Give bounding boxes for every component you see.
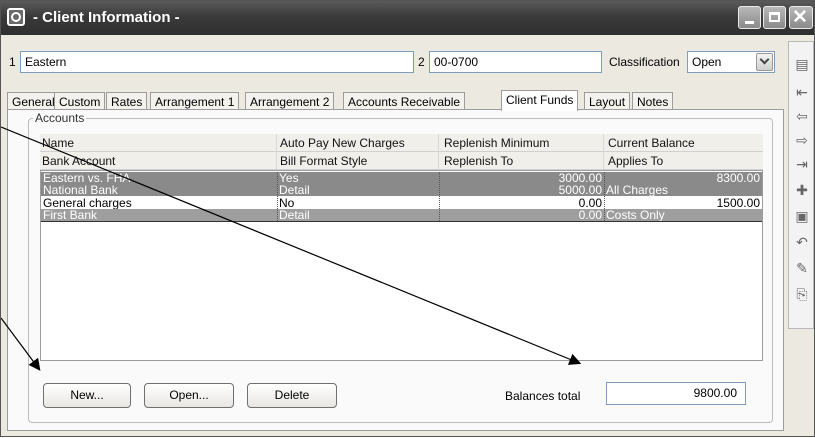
bank-account-value: National Bank xyxy=(43,183,118,197)
tab-arrangement-1[interactable]: Arrangement 1 xyxy=(150,92,240,110)
client-name-field[interactable]: Eastern xyxy=(20,51,414,73)
balances-total-field: 9800.00 xyxy=(606,382,746,405)
column-header[interactable]: Bank Account xyxy=(42,154,115,168)
main-pane: 1 Eastern 2 00-0700 Classification Open … xyxy=(7,41,784,431)
close-icon: ✕ xyxy=(792,7,808,28)
accounts-list[interactable]: Eastern vs. FHA Yes 3000.00 8300.00 Nati… xyxy=(40,170,763,361)
bank-account-value: First Bank xyxy=(43,208,98,222)
applies-to-value: Costs Only xyxy=(606,208,665,222)
client-funds-panel: Accounts Name Auto Pay New Charges Reple… xyxy=(7,109,784,431)
matter-number-field[interactable]: 00-0700 xyxy=(429,51,602,73)
applies-to-value: All Charges xyxy=(606,183,669,197)
next-record-icon[interactable]: ⇨ xyxy=(792,130,812,150)
close-button[interactable]: ✕ xyxy=(789,6,813,29)
accounts-group-label: Accounts xyxy=(33,111,87,125)
column-header[interactable]: Replenish To xyxy=(444,154,513,168)
header-row-1: Name Auto Pay New Charges Replenish Mini… xyxy=(40,134,763,152)
new-account-button[interactable]: New... xyxy=(43,383,131,408)
classification-value: Open xyxy=(692,55,722,69)
column-header[interactable]: Replenish Minimum xyxy=(444,136,549,150)
tab-general[interactable]: General xyxy=(7,92,60,110)
tab-arrangement-2[interactable]: Arrangement 2 xyxy=(245,92,335,110)
chevron-down-icon xyxy=(759,54,770,65)
maximize-icon xyxy=(769,12,780,22)
dropdown-button[interactable] xyxy=(756,53,773,71)
replenish-to-value: 0.00 xyxy=(578,208,602,222)
minimize-icon xyxy=(745,21,754,24)
tab-rates[interactable]: Rates xyxy=(106,92,148,110)
tab-layout[interactable]: Layout xyxy=(584,92,631,110)
classification-label: Classification xyxy=(609,55,680,69)
accounts-group: Accounts Name Auto Pay New Charges Reple… xyxy=(28,111,773,423)
edit-document-icon[interactable]: ✎ xyxy=(792,258,812,278)
tab-strip: General Custom Rates Arrangement 1 Arran… xyxy=(7,90,784,111)
column-header[interactable]: Name xyxy=(42,136,74,150)
record-toolbar: ▤ ⇤ ⇦ ⇨ ⇥ ✚ ▣ ↶ ✎ ⎘ xyxy=(788,41,814,329)
accounts-table-header: Name Auto Pay New Charges Replenish Mini… xyxy=(40,134,763,170)
tab-accounts-receivable[interactable]: Accounts Receivable xyxy=(343,92,466,110)
bill-format-value: Detail xyxy=(279,183,310,197)
title-bar[interactable]: - Client Information - ✕ xyxy=(1,1,814,35)
maximize-button[interactable] xyxy=(763,6,786,29)
add-icon[interactable]: ✚ xyxy=(792,180,812,200)
save-icon[interactable]: ▣ xyxy=(792,206,812,226)
previous-record-icon[interactable]: ⇦ xyxy=(792,106,812,126)
list-item-detail[interactable]: First Bank Detail 0.00 Costs Only xyxy=(41,209,762,221)
bill-format-value: Detail xyxy=(279,208,310,222)
replenish-to-value: 5000.00 xyxy=(558,183,602,197)
client-information-window: - Client Information - ✕ 1 Eastern 2 00-… xyxy=(0,0,815,437)
first-record-icon[interactable]: ⇤ xyxy=(792,82,812,102)
column-header[interactable]: Current Balance xyxy=(608,136,695,150)
tab-notes[interactable]: Notes xyxy=(632,92,674,110)
open-account-button[interactable]: Open... xyxy=(144,383,234,408)
tab-custom[interactable]: Custom xyxy=(54,92,106,110)
list-item[interactable]: Eastern vs. FHA Yes 3000.00 8300.00 Nati… xyxy=(41,172,762,196)
header-row-2: Bank Account Bill Format Style Replenish… xyxy=(40,152,763,170)
delete-account-button[interactable]: Delete xyxy=(247,383,337,408)
export-document-icon[interactable]: ⎘ xyxy=(792,284,812,304)
classification-select[interactable]: Open xyxy=(687,51,775,73)
last-record-icon[interactable]: ⇥ xyxy=(792,154,812,174)
minimize-button[interactable] xyxy=(738,6,761,29)
report-icon[interactable]: ▤ xyxy=(792,54,812,74)
column-header[interactable]: Bill Format Style xyxy=(280,154,367,168)
tab-client-funds[interactable]: Client Funds xyxy=(501,90,579,111)
client-number-label: 1 xyxy=(9,55,16,69)
column-header[interactable]: Applies To xyxy=(608,154,663,168)
window-title: - Client Information - xyxy=(33,9,180,26)
clock-icon[interactable] xyxy=(7,8,25,26)
matter-number-label: 2 xyxy=(418,55,425,69)
undo-icon[interactable]: ↶ xyxy=(792,232,812,252)
replenish-minimum-value: 0.00 xyxy=(578,196,602,210)
column-header[interactable]: Auto Pay New Charges xyxy=(280,136,405,150)
balances-total-label: Balances total xyxy=(505,389,581,403)
